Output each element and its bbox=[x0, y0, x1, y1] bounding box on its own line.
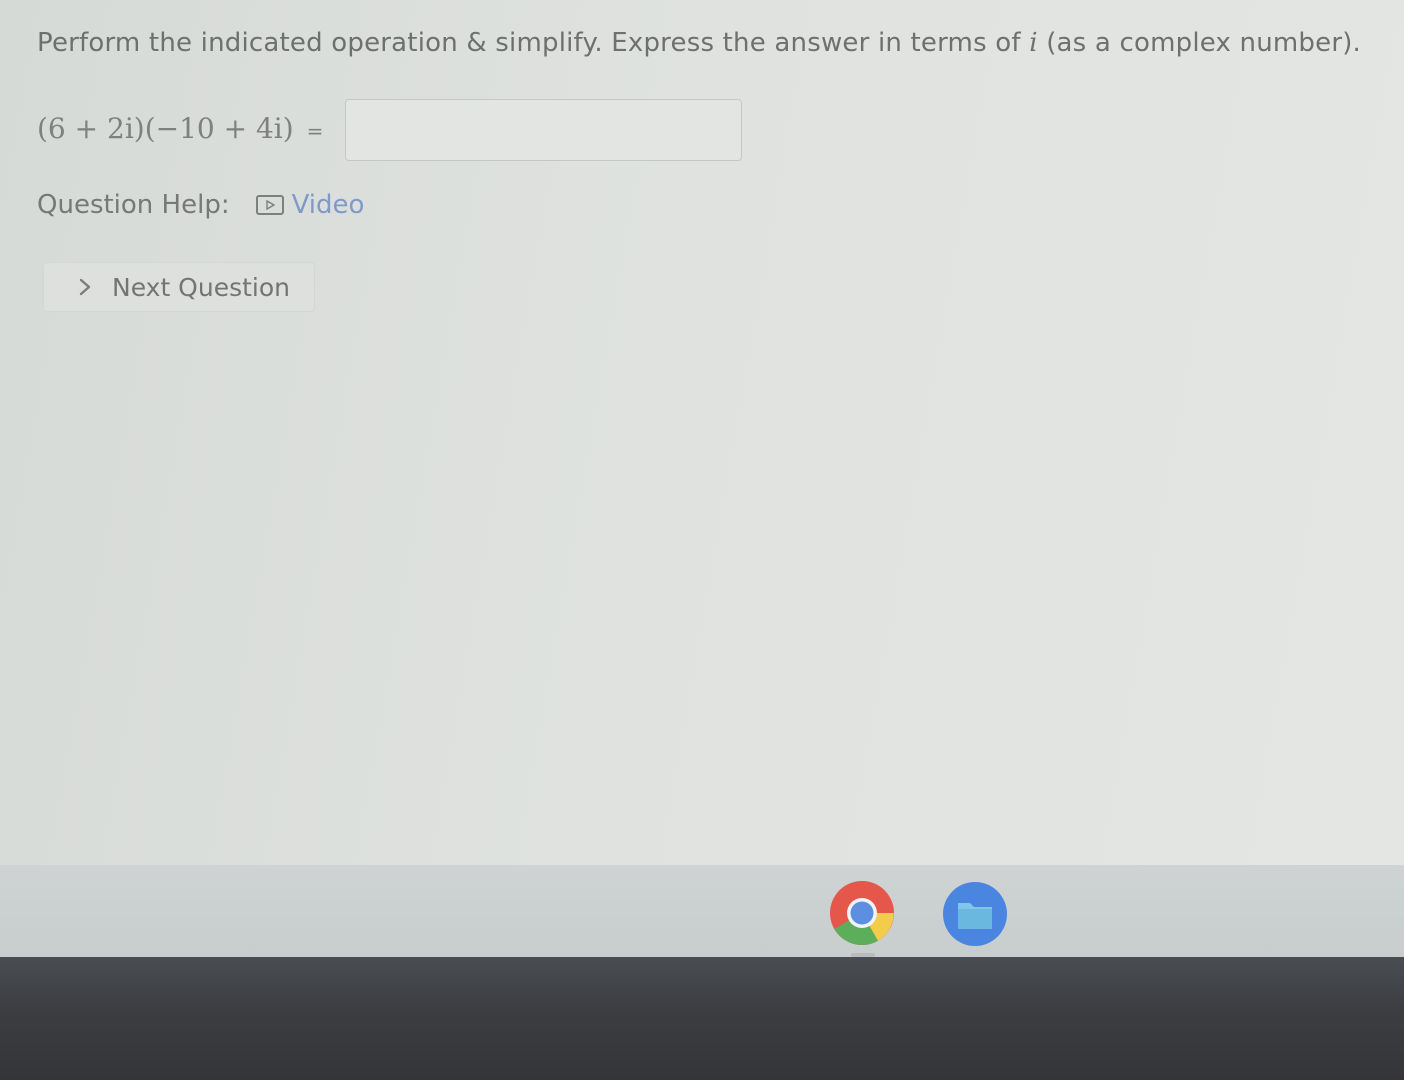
prompt-variable: i bbox=[1029, 28, 1038, 58]
files-icon[interactable] bbox=[942, 881, 1008, 947]
prompt-text-start: Perform the indicated operation & simpli… bbox=[37, 28, 1030, 58]
next-question-button[interactable]: Next Question bbox=[43, 262, 315, 312]
question-prompt: Perform the indicated operation & simpli… bbox=[37, 28, 1361, 58]
browser-content: Perform the indicated operation & simpli… bbox=[0, 0, 1404, 870]
question-help: Question Help: Video bbox=[37, 190, 364, 220]
math-expression: (6 + 2i)(−10 + 4i) = bbox=[37, 112, 323, 145]
question-help-label: Question Help: bbox=[37, 190, 230, 220]
video-help-link[interactable]: Video bbox=[255, 190, 365, 220]
video-play-icon bbox=[255, 195, 284, 215]
next-question-label: Next Question bbox=[112, 272, 291, 302]
expression-text: (6 + 2i)(−10 + 4i) bbox=[37, 112, 294, 145]
answer-input[interactable] bbox=[345, 99, 742, 161]
chrome-icon[interactable] bbox=[829, 880, 895, 946]
chevron-right-icon bbox=[78, 277, 104, 297]
equals-sign: = bbox=[306, 119, 324, 143]
os-shelf bbox=[0, 865, 1404, 965]
prompt-text-end: (as a complex number). bbox=[1037, 28, 1362, 58]
device-bezel bbox=[0, 957, 1404, 1080]
video-link-label: Video bbox=[291, 190, 365, 220]
